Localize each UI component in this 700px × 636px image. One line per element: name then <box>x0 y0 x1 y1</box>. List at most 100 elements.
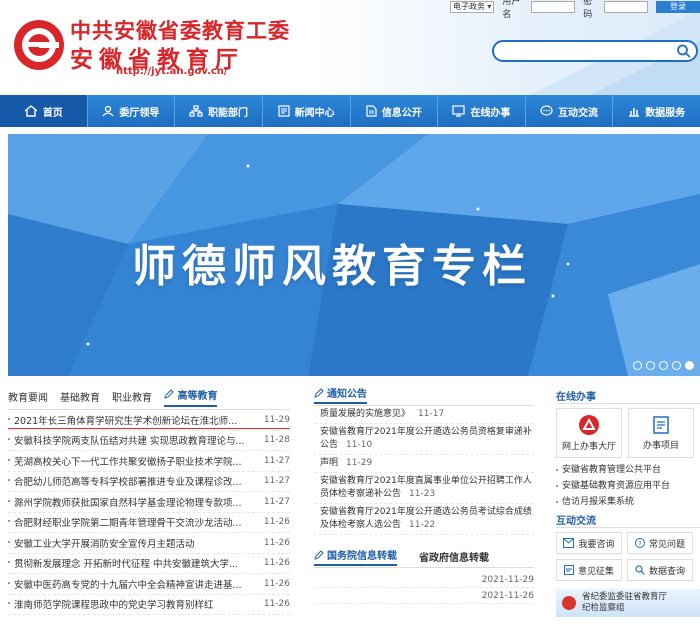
service-items-label: 办事项目 <box>642 441 679 451</box>
feedback-label: 意见征集 <box>577 566 614 577</box>
notice-item[interactable]: 质量发展的实施意见》 11-17 <box>314 406 534 424</box>
nav-home-label: 首页 <box>42 107 63 119</box>
news-title[interactable]: 安徽中医药高专党的十九届六中全会精神宣讲走进基... <box>8 577 256 591</box>
pencil-icon <box>164 388 174 399</box>
service-icon <box>452 105 466 117</box>
news-row[interactable]: 安徽中医药高专党的十九届六中全会精神宣讲走进基... 11-26 <box>8 574 290 595</box>
notice-item-date: 11-23 <box>409 489 436 499</box>
tab-edu-news[interactable]: 教育要闻 <box>8 389 48 404</box>
nav-home[interactable]: 首页 <box>0 95 88 127</box>
org-icon <box>189 105 203 117</box>
nav-interaction[interactable]: 互动交流 <box>526 95 614 127</box>
carousel-dot[interactable] <box>659 361 668 370</box>
notice-header: 通知公告 <box>314 384 534 406</box>
news-date: 11-26 <box>263 558 290 569</box>
supervision-banner[interactable]: 省纪委监委驻省教育厅 纪检监察组 <box>556 589 700 617</box>
nav-departments-label: 职能部门 <box>208 107 249 119</box>
platform-link[interactable]: 信访月报采集系统 <box>556 494 700 510</box>
username-label: 用户名 <box>502 0 521 20</box>
pencil-icon <box>314 549 324 560</box>
news-row[interactable]: 合肥幼儿师范高等专科学校部署推进专业及课程诊改... 11-27 <box>8 472 290 492</box>
notice-item[interactable]: 安徽省教育厅2021年度公开遴选公务员考试综合成绩及体检考察人选公告 11-22 <box>314 504 534 535</box>
pencil-icon <box>314 387 324 398</box>
nav-news-center[interactable]: 新闻中心 <box>263 95 351 127</box>
platform-link[interactable]: 安徽省教育管理公共平台 <box>556 462 700 478</box>
feedback-button[interactable]: 意见征集 <box>556 559 622 581</box>
carousel-dot[interactable] <box>646 361 655 370</box>
news-row[interactable]: 滁州学院教师获批国家自然科学基金理论物理专款项... 11-27 <box>8 492 290 513</box>
feedback-icon <box>563 565 574 575</box>
carousel-dot-active[interactable] <box>685 361 694 370</box>
platform-link[interactable]: 安徽基础教育资源应用平台 <box>556 478 700 494</box>
nav-news-center-label: 新闻中心 <box>294 107 335 119</box>
chat-icon <box>540 105 553 116</box>
notice-column: 通知公告 质量发展的实施意见》 11-17 安徽省教育厅2021年度公开遴选公务员资… <box>314 384 534 604</box>
news-date: 11-27 <box>263 476 290 487</box>
search-input[interactable] <box>492 40 698 62</box>
notice-item[interactable]: 安徽省教育厅2021年度公开遴选公务员资格复审递补公告 11-10 <box>314 424 534 455</box>
tab-provincial-gov[interactable]: 省政府信息转载 <box>419 549 489 564</box>
online-hall-label: 网上办事大厅 <box>561 442 616 452</box>
password-input[interactable] <box>603 1 648 13</box>
search-icon[interactable] <box>676 44 692 58</box>
consult-button[interactable]: 我要咨询 <box>556 532 622 554</box>
home-icon <box>24 105 38 117</box>
notice-item[interactable]: 安徽省教育厅2021年度直属事业单位公开招聘工作人员体检考察递补公告 11-23 <box>314 473 534 504</box>
data-query-button[interactable]: 数据查询 <box>627 559 693 581</box>
notice-item[interactable]: 声明 11-29 <box>314 455 534 473</box>
tab-state-council[interactable]: 国务院信息转载 <box>314 547 397 566</box>
carousel-dot[interactable] <box>672 361 681 370</box>
news-date: 11-26 <box>263 578 290 589</box>
news-date: 11-26 <box>263 599 290 610</box>
hero-banner[interactable]: 师德师风教育专栏 <box>8 134 700 376</box>
news-title[interactable]: 安徽科技学院两支队伍结对共建 实现思政教育理论与... <box>8 433 256 447</box>
tab-higher-edu-label: 高等教育 <box>177 390 218 402</box>
news-title[interactable]: 2021年长三角体育学研究生学术创新论坛在淮北师... <box>8 413 256 427</box>
news-row[interactable]: 安徽科技学院两支队伍结对共建 实现思政教育理论与... 11-28 <box>8 431 290 451</box>
gov-row[interactable]: 2021-11-29 <box>314 572 534 588</box>
highlight-underline <box>8 428 290 429</box>
news-title[interactable]: 滁州学院教师获批国家自然科学基金理论物理专款项... <box>8 495 256 509</box>
news-title[interactable]: 芜湖高校关心下一代工作共聚安徽扬子职业技术学院... <box>8 454 256 468</box>
emblem-icon <box>562 596 576 610</box>
gov-select[interactable]: 电子政务 <box>450 1 495 13</box>
tab-basic-edu[interactable]: 基础教育 <box>60 389 100 404</box>
news-row[interactable]: 合肥财经职业学院第二期青年管理骨干交流沙龙活动... 11-26 <box>8 513 290 533</box>
nav-online-service[interactable]: 在线办事 <box>438 95 526 127</box>
news-row[interactable]: 贯彻新发展理念 开拓新时代征程 中共安徽建筑大学... 11-26 <box>8 554 290 574</box>
side-panel: 在线办事 网上办事大厅 办事项目 安徽省教育管理公共平台 安徽基础教育资源应用平… <box>556 388 700 617</box>
nav-departments[interactable]: 职能部门 <box>175 95 263 127</box>
news-title[interactable]: 合肥财经职业学院第二期青年管理骨干交流沙龙活动... <box>8 515 256 529</box>
login-bar: 电子政务 用户名 密码 登录 <box>450 0 700 20</box>
news-row[interactable]: 淮南师范学院课程思政中的党史学习教育别样红 11-26 <box>8 595 290 615</box>
news-title[interactable]: 淮南师范学院课程思政中的党史学习教育别样红 <box>8 597 256 611</box>
faq-button[interactable]: ? 常见问题 <box>627 532 693 554</box>
nav-leaders[interactable]: 委厅领导 <box>88 95 176 127</box>
gov-row[interactable]: 2021-11-26 <box>314 588 534 604</box>
service-items-button[interactable]: 办事项目 <box>628 408 694 458</box>
tab-higher-edu[interactable]: 高等教育 <box>164 387 218 407</box>
login-button[interactable]: 登录 <box>655 1 700 13</box>
nav-info-disclosure-label: 信息公开 <box>381 107 422 119</box>
username-input[interactable] <box>531 1 576 13</box>
notice-item-title[interactable]: 声明 <box>320 458 338 468</box>
news-row[interactable]: 安徽工业大学开展消防安全宣传月主题活动 11-26 <box>8 533 290 554</box>
news-title[interactable]: 贯彻新发展理念 开拓新时代征程 中共安徽建筑大学... <box>8 556 256 570</box>
nav-data-service[interactable]: 数据服务 <box>613 95 700 127</box>
news-row[interactable]: 芜湖高校关心下一代工作共聚安徽扬子职业技术学院... 11-27 <box>8 451 290 472</box>
nav-info-disclosure[interactable]: 信息公开 <box>351 95 439 127</box>
notice-item-title[interactable]: 质量发展的实施意见》 <box>320 409 410 419</box>
nav-online-service-label: 在线办事 <box>470 107 511 119</box>
hall-logo-icon <box>579 415 599 435</box>
news-title[interactable]: 合肥幼儿师范高等专科学校部署推进专业及课程诊改... <box>8 474 256 488</box>
gov-row-date: 2021-11-26 <box>481 590 534 601</box>
news-date: 11-28 <box>263 435 290 446</box>
notice-item-date: 11-17 <box>418 409 445 419</box>
carousel-dot[interactable] <box>633 361 642 370</box>
notice-title[interactable]: 通知公告 <box>314 385 367 404</box>
tab-vocational-edu[interactable]: 职业教育 <box>112 389 152 404</box>
online-hall-button[interactable]: 网上办事大厅 <box>556 408 622 458</box>
news-date: 11-27 <box>263 455 290 466</box>
main-nav: 首页 委厅领导 职能部门 新闻中心 信息公开 在线办事 互动交流 数据服务 <box>0 95 700 127</box>
news-title[interactable]: 安徽工业大学开展消防安全宣传月主题活动 <box>8 536 256 550</box>
